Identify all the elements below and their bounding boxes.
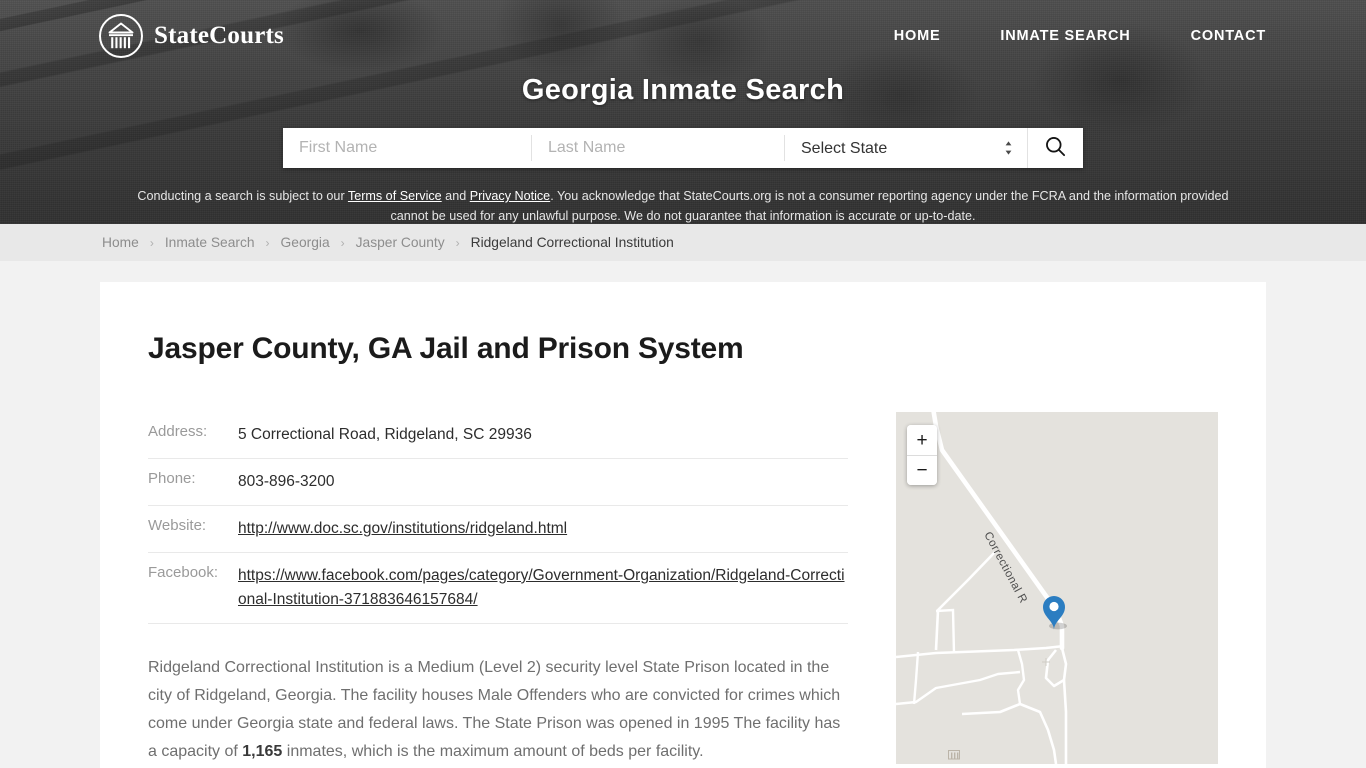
page-body: Jasper County, GA Jail and Prison System… — [0, 261, 1366, 768]
privacy-notice-link[interactable]: Privacy Notice — [470, 189, 550, 203]
map-attribution-icon — [948, 749, 960, 760]
main-navigation: HOME INMATE SEARCH CONTACT — [894, 28, 1266, 44]
map-roads — [896, 412, 1218, 764]
detail-label-website: Website: — [148, 517, 207, 534]
content-card: Jasper County, GA Jail and Prison System… — [100, 282, 1266, 768]
location-map[interactable]: Correctional R + − — [896, 412, 1218, 764]
breadcrumb-item-jasper-county[interactable]: Jasper County — [356, 235, 445, 250]
brand-name: StateCourts — [154, 22, 284, 49]
breadcrumb-item-current: Ridgeland Correctional Institution — [470, 235, 674, 250]
table-row: Address: 5 Correctional Road, Ridgeland,… — [148, 412, 848, 459]
top-navigation-bar: StateCourts HOME INMATE SEARCH CONTACT — [0, 0, 1366, 72]
hero-title: Georgia Inmate Search — [521, 74, 845, 106]
detail-label-phone: Phone: — [148, 470, 196, 487]
breadcrumb-separator: › — [340, 235, 345, 250]
breadcrumb-separator: › — [149, 235, 154, 250]
facility-details-table: Address: 5 Correctional Road, Ridgeland,… — [148, 412, 848, 624]
detail-label-facebook: Facebook: — [148, 564, 219, 581]
nav-item-home[interactable]: HOME — [894, 28, 941, 44]
table-row: Website: http://www.doc.sc.gov/instituti… — [148, 506, 848, 553]
detail-value-address: 5 Correctional Road, Ridgeland, SC 29936 — [238, 426, 532, 443]
breadcrumb-item-home[interactable]: Home — [102, 235, 139, 250]
disclaimer-text-2: and — [441, 189, 470, 203]
nav-item-inmate-search[interactable]: INMATE SEARCH — [1000, 28, 1130, 44]
table-row: Phone: 803-896-3200 — [148, 459, 848, 506]
detail-value-phone: 803-896-3200 — [238, 473, 335, 490]
magnifier-icon — [1044, 135, 1067, 161]
facility-details-column: Address: 5 Correctional Road, Ridgeland,… — [148, 412, 848, 766]
content-columns: Address: 5 Correctional Road, Ridgeland,… — [148, 412, 1218, 766]
facility-description: Ridgeland Correctional Institution is a … — [148, 654, 848, 766]
description-capacity: 1,165 — [242, 743, 283, 760]
map-column: Correctional R + − — [896, 412, 1218, 766]
search-disclaimer: Conducting a search is subject to our Te… — [128, 186, 1238, 224]
page-title: Jasper County, GA Jail and Prison System — [148, 332, 744, 365]
detail-label-address: Address: — [148, 423, 208, 440]
state-select[interactable]: Select State — [785, 128, 1027, 168]
site-logo-link[interactable]: StateCourts — [98, 13, 284, 59]
breadcrumb-separator: › — [455, 235, 460, 250]
courthouse-circle-icon — [98, 13, 144, 59]
breadcrumb-separator: › — [265, 235, 270, 250]
table-row: Facebook: https://www.facebook.com/pages… — [148, 553, 848, 624]
disclaimer-text-1: Conducting a search is subject to our — [137, 189, 348, 203]
map-zoom-out-button[interactable]: − — [907, 455, 937, 485]
breadcrumb: Home › Inmate Search › Georgia › Jasper … — [0, 224, 1366, 261]
nav-item-contact[interactable]: CONTACT — [1191, 28, 1266, 44]
detail-value-website-link[interactable]: http://www.doc.sc.gov/institutions/ridge… — [238, 520, 567, 537]
inmate-search-form: Select State — [283, 128, 1083, 168]
breadcrumb-item-georgia[interactable]: Georgia — [281, 235, 330, 250]
search-section: Select State — [0, 128, 1366, 168]
map-zoom-in-button[interactable]: + — [907, 425, 937, 455]
terms-of-service-link[interactable]: Terms of Service — [348, 189, 442, 203]
last-name-input[interactable] — [532, 128, 784, 168]
detail-value-facebook-link[interactable]: https://www.facebook.com/pages/category/… — [238, 567, 845, 608]
search-button[interactable] — [1027, 128, 1083, 168]
site-header: StateCourts HOME INMATE SEARCH CONTACT G… — [0, 0, 1366, 224]
first-name-input[interactable] — [283, 128, 531, 168]
map-zoom-controls: + − — [907, 425, 937, 485]
state-select-wrapper: Select State — [785, 128, 1027, 168]
description-text-2: inmates, which is the maximum amount of … — [282, 743, 704, 760]
breadcrumb-item-inmate-search[interactable]: Inmate Search — [165, 235, 255, 250]
